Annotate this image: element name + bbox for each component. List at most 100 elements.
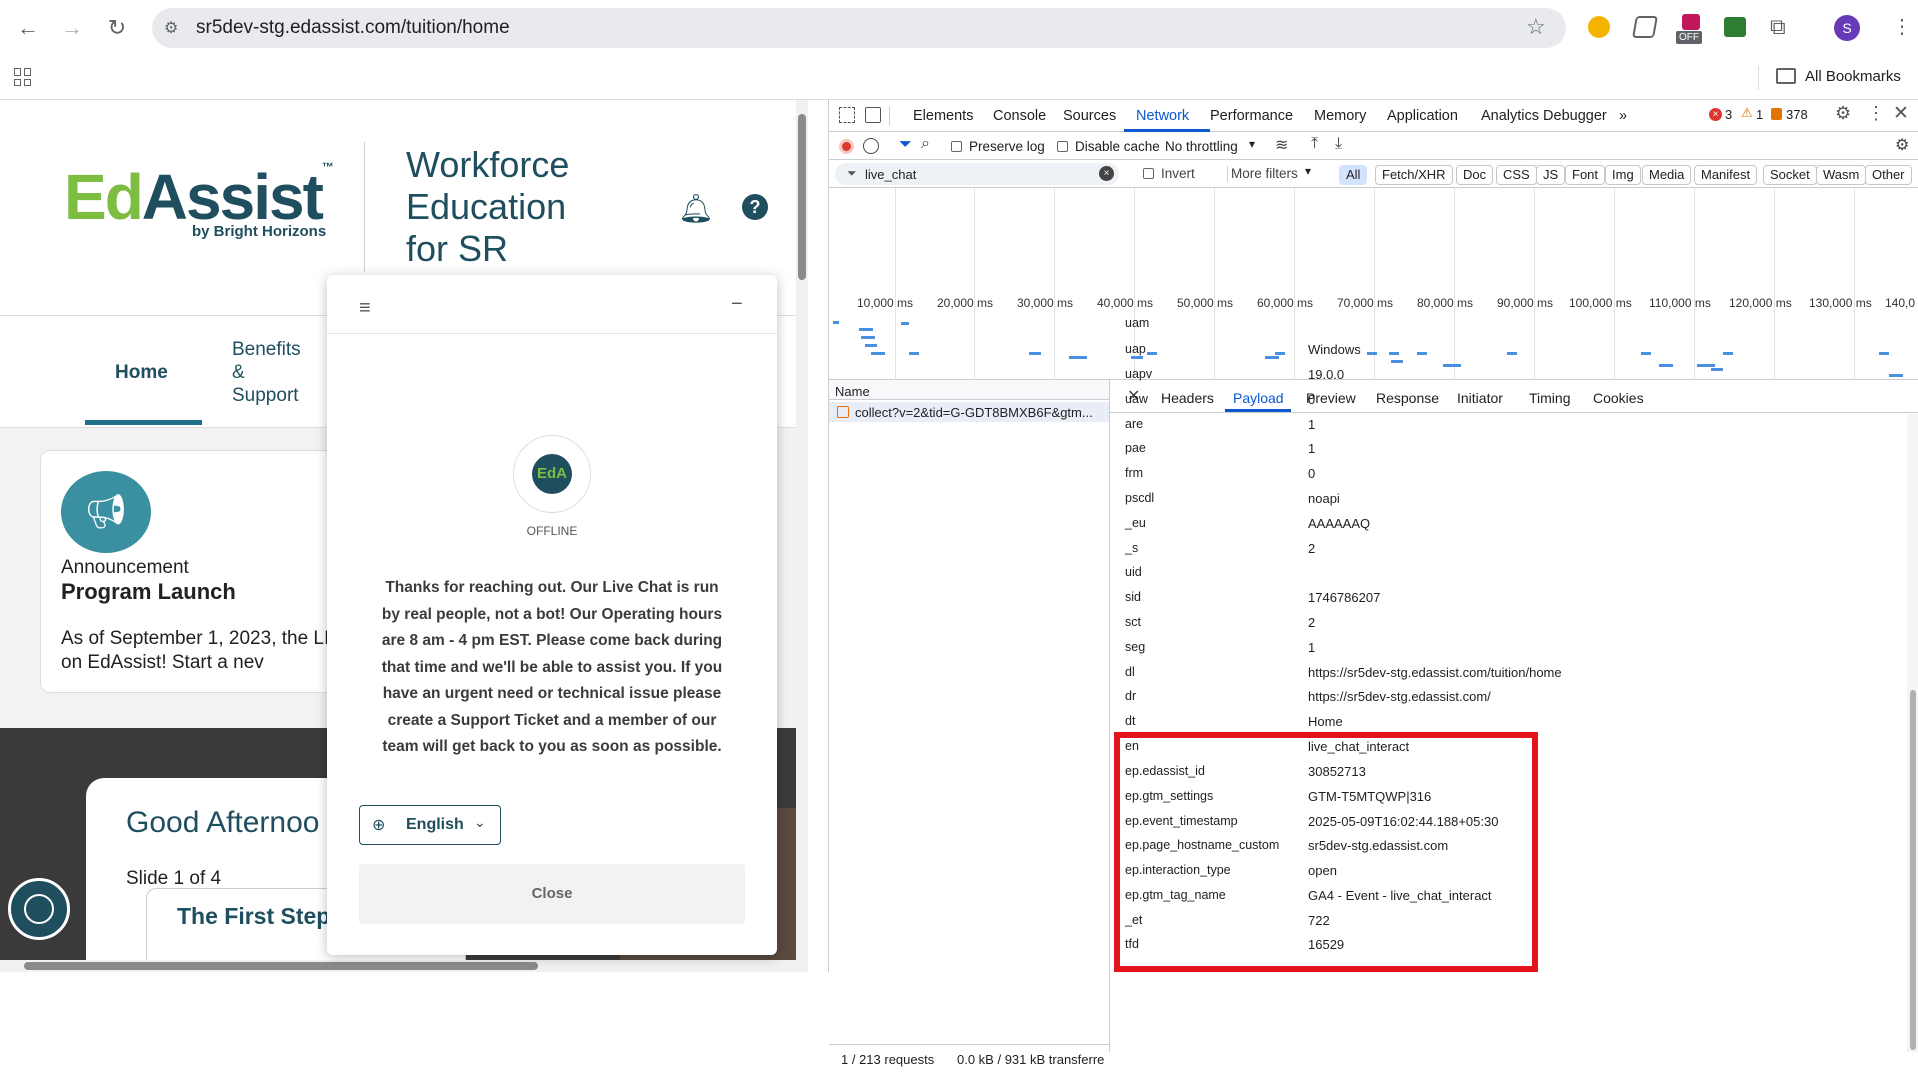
preserve-log-label: Preserve log xyxy=(969,139,1045,154)
type-filter-fetch-xhr[interactable]: Fetch/XHR xyxy=(1375,165,1453,185)
request-type-icon xyxy=(837,406,849,418)
chat-close-button[interactable]: Close xyxy=(359,864,745,924)
tab-memory[interactable]: Memory xyxy=(1314,108,1366,124)
clear-icon[interactable] xyxy=(863,138,879,154)
timeline-bar xyxy=(1723,352,1733,355)
payload-key: uid xyxy=(1125,565,1142,579)
extensions-puzzle-icon[interactable]: ⧉ xyxy=(1770,14,1786,40)
live-chat-widget: ≡ − EdA OFFLINE Thanks for reaching out.… xyxy=(327,275,777,955)
tab-console[interactable]: Console xyxy=(993,108,1046,124)
hamburger-icon[interactable]: ≡ xyxy=(359,297,371,320)
tab-network[interactable]: Network xyxy=(1136,108,1189,124)
payload-value: 1 xyxy=(1308,640,1316,655)
cookie-settings-button[interactable] xyxy=(8,878,70,940)
type-filter-js[interactable]: JS xyxy=(1536,165,1566,185)
detail-tab-initiator[interactable]: Initiator xyxy=(1457,390,1503,406)
nav-benefits-support[interactable]: Benefits & Support xyxy=(232,338,312,407)
import-har-icon[interactable]: ⤒ xyxy=(1311,135,1318,153)
tab-analytics-debugger[interactable]: Analytics Debugger xyxy=(1481,108,1607,124)
payload-value: https://sr5dev-stg.edassist.com/tuition/… xyxy=(1308,665,1562,680)
detail-tab-response[interactable]: Response xyxy=(1376,390,1439,406)
timeline-bar xyxy=(1697,364,1715,367)
extension-3-icon[interactable] xyxy=(1724,17,1746,37)
url-text[interactable]: sr5dev-stg.edassist.com/tuition/home xyxy=(196,17,510,39)
chat-offline-message: Thanks for reaching out. Our Live Chat i… xyxy=(381,579,723,755)
timeline-tick: 10,000 ms xyxy=(857,296,914,310)
extension-2-icon[interactable] xyxy=(1632,16,1658,38)
throttling-select[interactable]: No throttling xyxy=(1165,139,1238,154)
language-select[interactable]: ⊕ English ⌄ xyxy=(359,805,501,845)
tab-sources[interactable]: Sources xyxy=(1063,108,1116,124)
type-filters: All Fetch/XHR Doc CSS JS Font Img Media … xyxy=(829,160,1918,188)
type-filter-socket[interactable]: Socket xyxy=(1763,165,1817,185)
extension-off-icon[interactable]: OFF xyxy=(1676,14,1706,44)
network-settings-icon[interactable]: ⚙ xyxy=(1895,135,1909,155)
detail-tab-timing[interactable]: Timing xyxy=(1529,390,1571,406)
announcement-body: As of September 1, 2023, the LIVE on EdA… xyxy=(61,628,355,673)
disable-cache-label: Disable cache xyxy=(1075,139,1160,154)
type-filter-media[interactable]: Media xyxy=(1642,165,1692,185)
minimize-icon[interactable]: − xyxy=(731,293,743,316)
disable-cache-checkbox[interactable] xyxy=(1057,141,1068,152)
issues-count[interactable]: 378 xyxy=(1786,107,1808,122)
timeline-tick: 130,000 ms xyxy=(1809,296,1872,310)
preserve-log-checkbox[interactable] xyxy=(951,141,962,152)
filter-icon[interactable]: ⏷ xyxy=(899,136,912,154)
forward-icon[interactable]: → xyxy=(58,14,86,42)
page-horizontal-scrollbar[interactable] xyxy=(0,960,808,972)
announcement-card: 📢︎ Announcement Program Launch As of Sep… xyxy=(40,450,360,693)
apps-icon[interactable] xyxy=(14,68,32,86)
type-filter-css[interactable]: CSS xyxy=(1496,165,1537,185)
all-bookmarks[interactable]: All Bookmarks xyxy=(1805,68,1901,85)
payload-key: _s xyxy=(1125,541,1139,555)
browser-toolbar: ← → ↻ ⚙ sr5dev-stg.edassist.com/tuition/… xyxy=(0,0,1918,56)
search-icon[interactable]: ⌕ xyxy=(921,135,930,153)
tab-application[interactable]: Application xyxy=(1387,108,1458,124)
inspect-icon[interactable] xyxy=(839,107,855,123)
nav-home[interactable]: Home xyxy=(115,362,168,384)
star-icon[interactable]: ☆ xyxy=(1526,14,1546,40)
slide-title: The First Step xyxy=(177,903,331,929)
type-filter-other[interactable]: Other xyxy=(1865,165,1912,185)
device-toggle-icon[interactable] xyxy=(865,107,881,123)
more-tabs-icon[interactable]: » xyxy=(1619,108,1627,124)
payload-value: AAAAAAQ xyxy=(1308,516,1371,531)
timeline-tick: 20,000 ms xyxy=(937,296,994,310)
export-har-icon[interactable]: ⤓ xyxy=(1335,135,1342,153)
timeline-bar xyxy=(901,322,909,325)
detail-tab-cookies[interactable]: Cookies xyxy=(1593,390,1644,406)
devtools-menu-icon[interactable]: ⋮ xyxy=(1867,103,1885,124)
site-info-icon[interactable]: ⚙ xyxy=(164,18,182,37)
tab-elements[interactable]: Elements xyxy=(913,108,973,124)
record-icon[interactable] xyxy=(839,139,854,154)
settings-gear-icon[interactable]: ⚙ xyxy=(1835,103,1851,124)
type-filter-font[interactable]: Font xyxy=(1565,165,1606,185)
timeline-bar xyxy=(1069,356,1087,359)
type-filter-manifest[interactable]: Manifest xyxy=(1694,165,1758,185)
close-devtools-icon[interactable]: ✕ xyxy=(1893,102,1909,125)
tab-performance[interactable]: Performance xyxy=(1210,108,1293,124)
network-conditions-icon[interactable]: ≋ xyxy=(1275,135,1288,155)
type-filter-doc[interactable]: Doc xyxy=(1456,165,1494,185)
name-column-header[interactable]: Name xyxy=(835,384,870,399)
payload-value: 2 xyxy=(1308,615,1316,630)
request-row[interactable]: collect?v=2&tid=G-GDT8BMXB6F&gtm... xyxy=(829,402,1109,422)
profile-avatar[interactable]: S xyxy=(1834,15,1860,41)
bell-icon[interactable]: 🔔︎ xyxy=(678,192,714,225)
reload-icon[interactable]: ↻ xyxy=(103,14,131,42)
payload-scrollbar[interactable] xyxy=(1907,414,1918,1052)
back-icon[interactable]: ← xyxy=(14,14,42,42)
off-badge: OFF xyxy=(1676,31,1702,44)
extension-icon[interactable] xyxy=(1588,16,1610,38)
page-vertical-scrollbar[interactable] xyxy=(796,100,808,960)
timeline-bar xyxy=(1507,352,1517,355)
type-filter-img[interactable]: Img xyxy=(1605,165,1641,185)
help-icon[interactable]: ? xyxy=(742,194,768,220)
type-filter-all[interactable]: All xyxy=(1339,165,1368,185)
error-count[interactable]: 3 xyxy=(1725,107,1732,122)
type-filter-wasm[interactable]: Wasm xyxy=(1816,165,1867,185)
warning-count[interactable]: 1 xyxy=(1756,107,1763,122)
detail-tab-headers[interactable]: Headers xyxy=(1161,390,1214,406)
menu-dots-icon[interactable]: ⋮ xyxy=(1892,14,1912,39)
detail-tab-payload[interactable]: Payload xyxy=(1233,390,1284,406)
